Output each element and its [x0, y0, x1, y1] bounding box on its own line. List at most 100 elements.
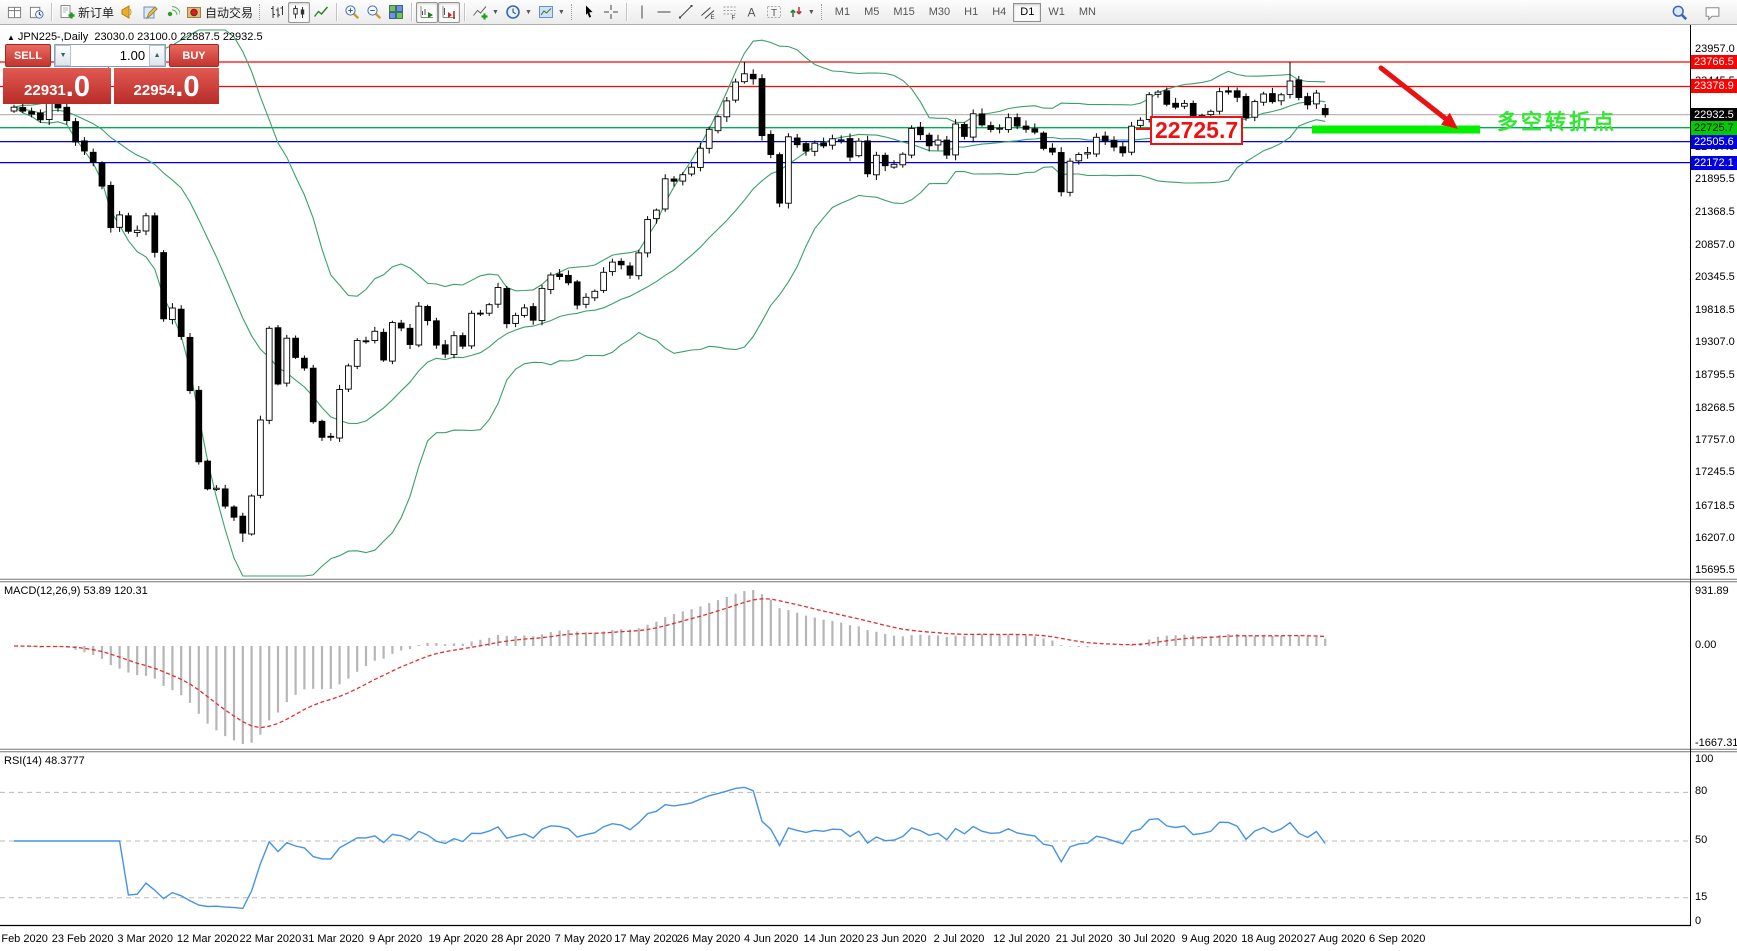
volume-up-button[interactable]: ▲	[149, 45, 166, 66]
date-label: 23 Feb 2020	[51, 933, 114, 945]
price-line-badge: 22172.1	[1691, 155, 1737, 170]
price-tick-label: 15695.5	[1695, 564, 1735, 577]
date-label: 3 Feb 2020	[0, 933, 48, 945]
periods-icon[interactable]: ▼	[502, 2, 535, 23]
bollinger-band	[13, 106, 1326, 577]
horn-icon[interactable]	[117, 2, 139, 23]
candlestick-chart-icon[interactable]	[288, 1, 311, 23]
date-label: 30 Jul 2020	[1118, 933, 1176, 945]
date-label: 9 Apr 2020	[368, 933, 423, 945]
tf-h4-button[interactable]: H4	[985, 3, 1013, 22]
equidistant-channel-icon[interactable]: E	[697, 2, 719, 23]
date-label: 18 Aug 2020	[1241, 933, 1303, 945]
search-icon[interactable]	[1668, 2, 1691, 23]
rsi-tick-label: 50	[1695, 834, 1708, 846]
strategy-tester-icon[interactable]	[25, 2, 47, 23]
horizontal-line-icon[interactable]	[653, 2, 675, 23]
indicators-add-icon[interactable]: ▼	[469, 2, 502, 23]
autotrade-label: 自动交易	[205, 5, 254, 20]
line-chart-icon[interactable]	[310, 2, 332, 23]
price-tick-label: 16718.5	[1695, 499, 1735, 512]
buy-price-dec: .0	[175, 71, 200, 103]
trendline-icon[interactable]	[675, 2, 697, 23]
macd-tick-label: 0.00	[1695, 639, 1717, 651]
volume-down-button[interactable]: ▼	[55, 45, 72, 66]
price-line-badge: 22932.5	[1691, 107, 1737, 122]
tf-d1-button[interactable]: D1	[1013, 2, 1042, 22]
chart-canvas[interactable]	[0, 25, 1737, 951]
rsi-tick-label: 0	[1695, 915, 1702, 927]
chart-window: ▲ JPN225-,Daily 23030.0 23100.0 22887.5 2…	[0, 25, 1737, 951]
bar-chart-icon[interactable]	[266, 2, 288, 23]
tile-windows-icon[interactable]	[385, 2, 407, 23]
toolbar: 新订单 自动交易 ▼ ▼ ▼ E F A T ▼ M1 M5 M15 M30 H…	[0, 0, 1737, 25]
one-click-trading-panel: SELL ▼ ▲ BUY 22931 .0 22954 .0	[3, 44, 219, 104]
price-tick-label: 19818.5	[1695, 304, 1735, 317]
symbol-title: JPN225-,Daily	[17, 31, 89, 43]
buy-button[interactable]: BUY	[169, 44, 219, 67]
dropdown-caret-icon[interactable]: ▼	[558, 9, 565, 16]
trend-arrow[interactable]	[1378, 65, 1458, 129]
sell-button[interactable]: SELL	[5, 44, 52, 67]
metaeditor-icon[interactable]	[139, 2, 161, 23]
date-label: 7 May 2020	[554, 933, 613, 945]
sell-price-box[interactable]: 22931 .0	[3, 68, 111, 104]
arrows-icon[interactable]: ▼	[785, 2, 818, 23]
chat-icon[interactable]	[1701, 2, 1724, 23]
cursor-icon[interactable]	[578, 2, 600, 23]
dropdown-caret-icon[interactable]: ▼	[525, 9, 532, 16]
sell-price-int: 22931	[24, 82, 66, 99]
symbol-ohlc-line: ▲ JPN225-,Daily 23030.0 23100.0 22887.5 2…	[7, 31, 263, 43]
vertical-line-icon[interactable]	[631, 2, 653, 23]
new-order-button[interactable]: 新订单	[56, 2, 117, 23]
tf-mn-button[interactable]: MN	[1072, 3, 1103, 22]
turning-point-annotation[interactable]: 多空转折点	[1497, 106, 1617, 136]
tf-h1-button[interactable]: H1	[957, 3, 985, 22]
macd-tick-label: 931.89	[1695, 585, 1729, 597]
price-annotation-box[interactable]: 22725.7	[1150, 116, 1244, 145]
rsi-tick-label: 100	[1695, 753, 1714, 765]
volume-input[interactable]	[71, 46, 150, 65]
svg-text:T: T	[771, 8, 777, 19]
price-tick-label: 20345.5	[1695, 270, 1735, 283]
macd-tick-label: -1667.31	[1695, 737, 1737, 749]
date-label: 14 Jun 2020	[803, 933, 865, 945]
tf-m1-button[interactable]: M1	[828, 3, 857, 22]
tf-m5-button[interactable]: M5	[857, 3, 886, 22]
price-line-badge: 23378.9	[1691, 79, 1737, 94]
text-label-icon[interactable]: T	[763, 2, 785, 23]
svg-text:F: F	[731, 16, 735, 21]
rsi-tick-label: 80	[1695, 785, 1708, 798]
new-order-label: 新订单	[78, 5, 115, 20]
text-icon[interactable]: A	[741, 2, 763, 23]
price-line-badge: 22505.6	[1691, 134, 1737, 149]
autotrade-button[interactable]: 自动交易	[183, 2, 256, 23]
date-label: 23 Jun 2020	[866, 933, 927, 945]
fibonacci-icon[interactable]: F	[719, 2, 741, 23]
svg-text:A: A	[747, 6, 755, 20]
template-icon[interactable]: ▼	[535, 2, 568, 23]
tf-m15-button[interactable]: M15	[886, 3, 921, 22]
date-label: 17 May 2020	[614, 933, 678, 945]
crosshair-icon[interactable]	[600, 2, 622, 23]
tf-w1-button[interactable]: W1	[1041, 3, 1072, 22]
tf-m30-button[interactable]: M30	[922, 3, 957, 22]
chart-shift-icon[interactable]	[438, 1, 461, 23]
date-label: 6 Sep 2020	[1369, 933, 1426, 945]
charts-window-icon[interactable]	[3, 2, 25, 23]
dropdown-caret-icon[interactable]: ▼	[808, 9, 815, 16]
buy-price-box[interactable]: 22954 .0	[114, 68, 219, 104]
svg-text:E: E	[710, 15, 714, 20]
price-tick-label: 19307.0	[1695, 336, 1735, 349]
time-axis[interactable]: 3 Feb 202023 Feb 20203 Mar 202012 Mar 20…	[0, 933, 1690, 950]
auto-scroll-icon[interactable]	[416, 1, 439, 23]
zoom-out-icon[interactable]	[363, 2, 385, 23]
date-label: 22 Mar 2020	[239, 933, 302, 945]
symbol-ohlc-values: 23030.0 23100.0 22887.5 22932.5	[94, 31, 263, 43]
zoom-in-icon[interactable]	[341, 2, 363, 23]
price-tick-label: 21368.5	[1695, 206, 1735, 219]
dropdown-caret-icon[interactable]: ▼	[492, 9, 499, 16]
macd-signal-line	[13, 598, 1326, 729]
signals-icon[interactable]	[161, 2, 183, 23]
date-label: 31 Mar 2020	[302, 933, 364, 945]
